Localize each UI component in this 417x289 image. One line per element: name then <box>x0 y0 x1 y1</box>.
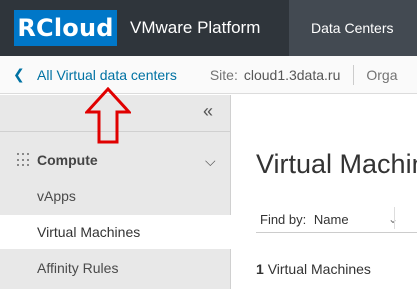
find-by-underline <box>256 232 417 233</box>
sidebar-item-affinity-rules[interactable]: Affinity Rules <box>0 251 231 285</box>
main-content: Virtual Machines Find by: Name ⌄ 1 Virtu… <box>232 95 417 289</box>
sidebar-item-vapps[interactable]: vApps <box>0 179 231 213</box>
double-chevron-left-icon[interactable]: « <box>203 101 213 121</box>
logo-text: RCloud <box>17 14 114 42</box>
subnav-divider <box>353 64 355 85</box>
grid-icon <box>17 153 31 167</box>
find-by-label: Find by: <box>260 212 307 227</box>
annotation-up-arrow-icon <box>85 87 131 144</box>
org-label: Orga <box>366 66 398 83</box>
platform-title: VMware Platform <box>130 18 261 37</box>
vm-count: 1 Virtual Machines <box>256 261 371 277</box>
vm-count-number: 1 <box>256 261 264 277</box>
find-by-select[interactable]: Find by: Name ⌄ <box>260 212 398 227</box>
site-value: cloud1.3data.ru <box>243 66 341 83</box>
find-by-value: Name <box>313 212 349 227</box>
page-title: Virtual Machines <box>256 149 417 179</box>
sidebar-section-compute[interactable]: Compute ⌵ <box>0 145 231 175</box>
chevron-down-icon[interactable]: ⌵ <box>205 153 216 170</box>
top-header: RCloud VMware Platform Data Centers <box>0 0 417 56</box>
rcloud-logo[interactable]: RCloud <box>14 10 117 46</box>
back-to-vdcs-link[interactable]: All Virtual data centers <box>37 67 177 83</box>
sidebar-item-virtual-machines[interactable]: Virtual Machines <box>0 215 231 249</box>
search-input-divider <box>394 207 395 229</box>
breadcrumb-bar: ❮ All Virtual data centers Site: cloud1.… <box>0 56 417 94</box>
chevron-left-icon[interactable]: ❮ <box>13 66 27 83</box>
site-label: Site: <box>209 66 238 83</box>
vm-count-label: Virtual Machines <box>267 261 371 277</box>
nav-data-centers[interactable]: Data Centers <box>289 0 417 56</box>
section-label-compute: Compute <box>37 152 98 168</box>
page: RCloud VMware Platform Data Centers ❮ Al… <box>0 0 417 289</box>
